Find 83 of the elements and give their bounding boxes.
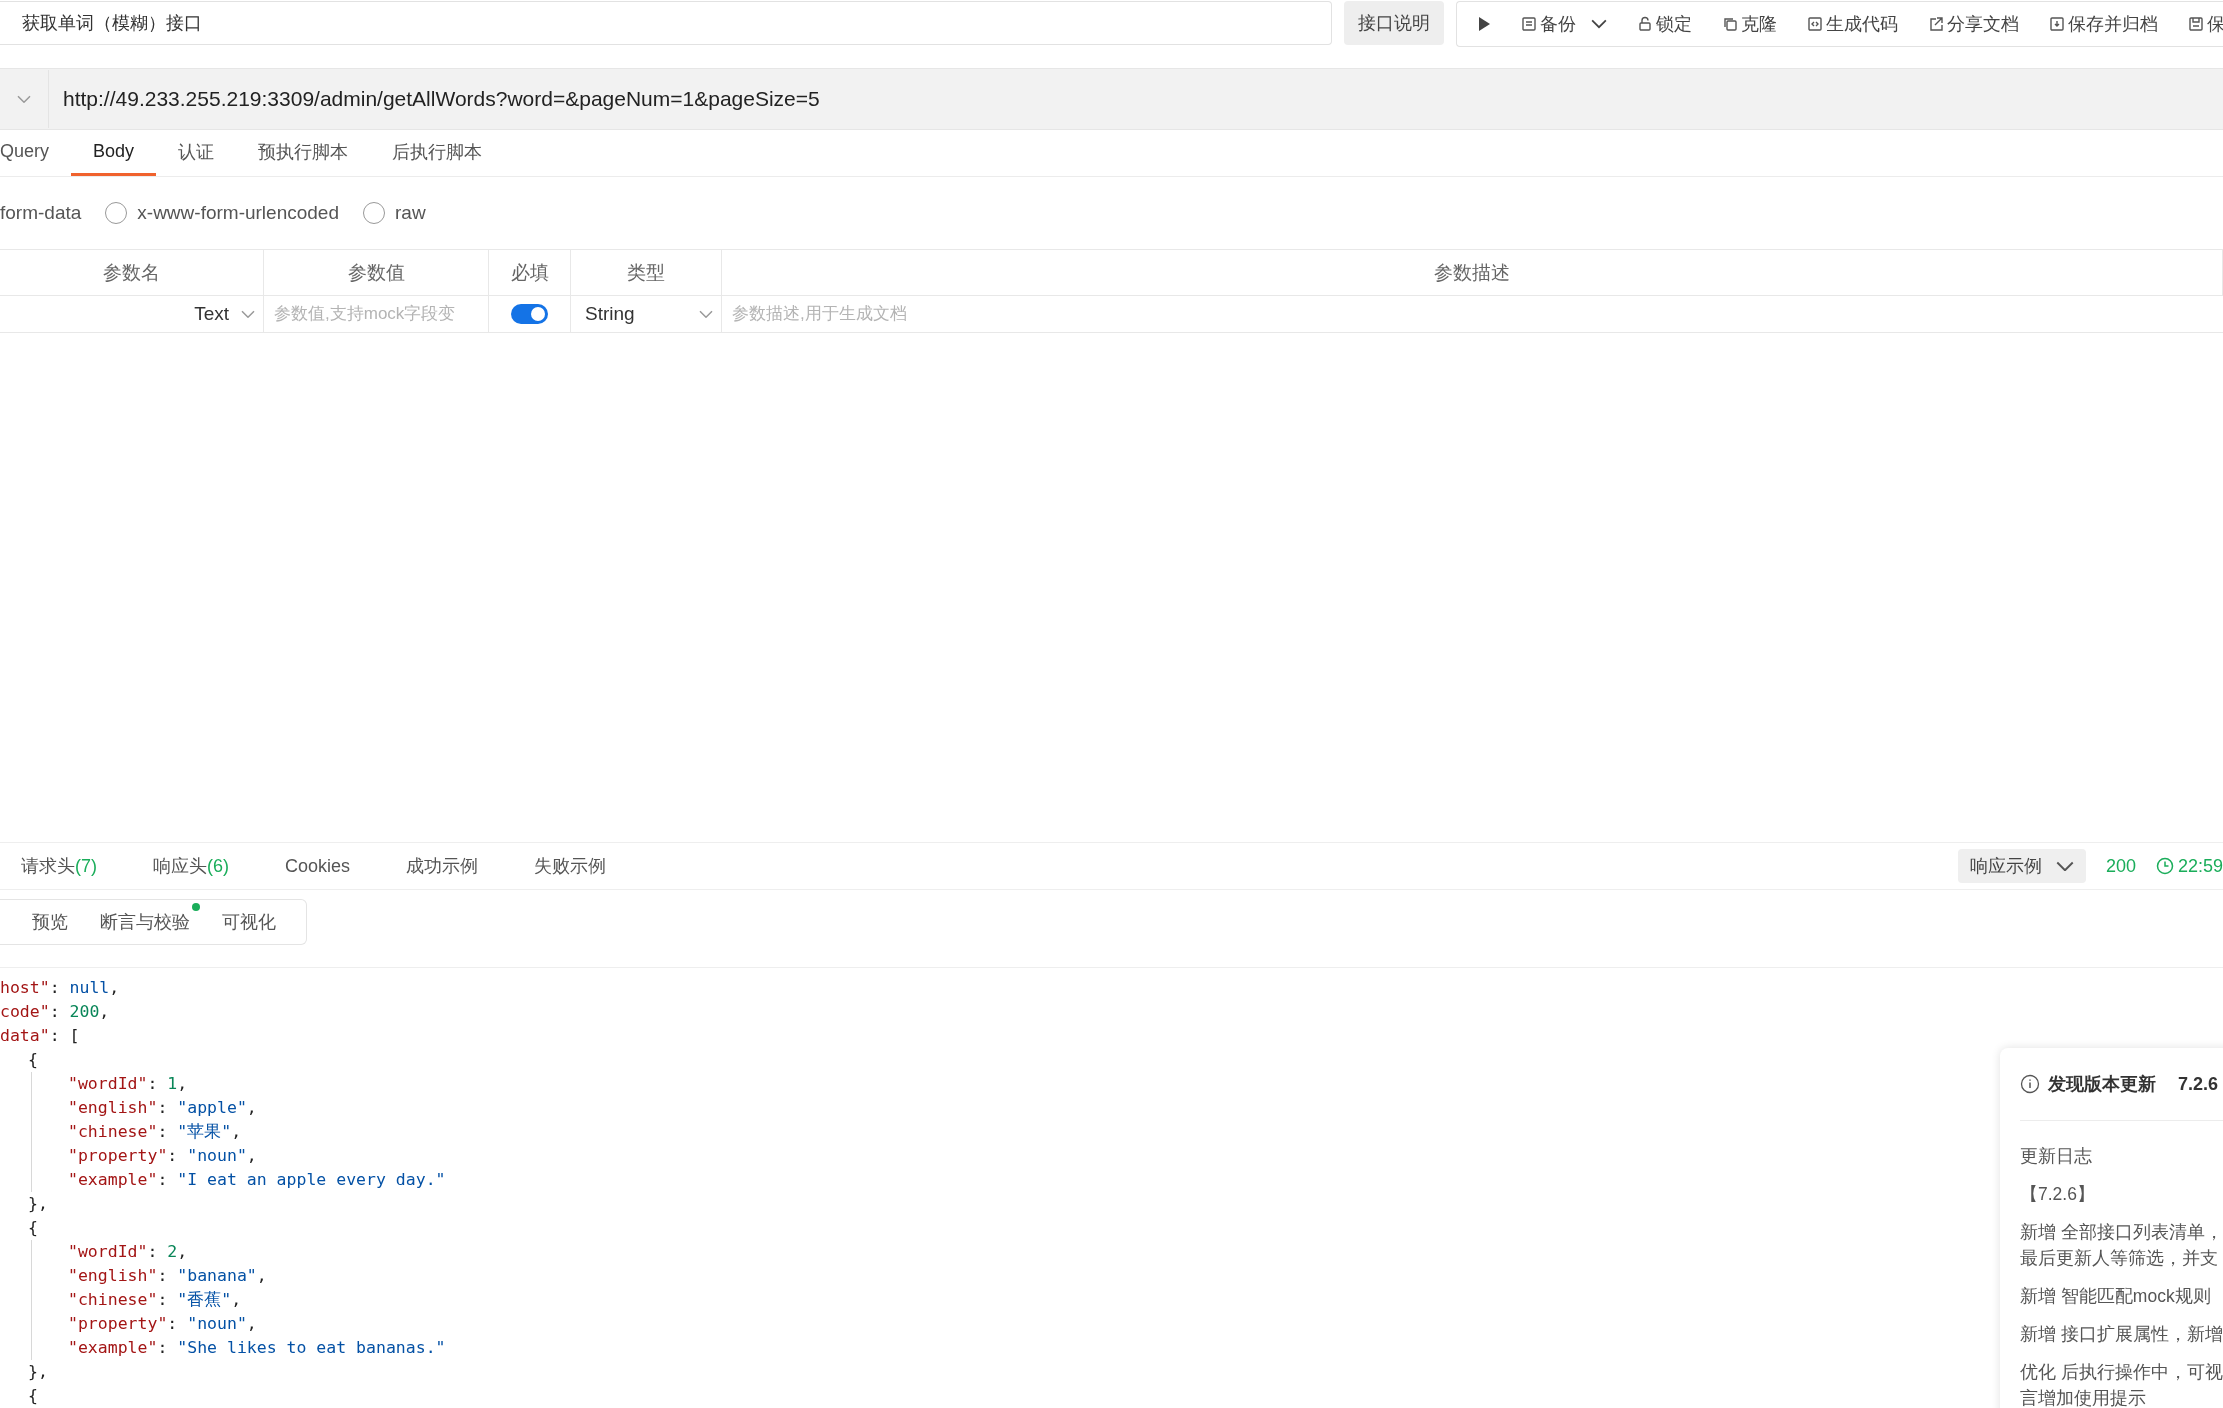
archive-icon	[2049, 16, 2065, 32]
radio-button[interactable]	[105, 202, 128, 224]
info-icon	[2020, 1074, 2040, 1094]
title-field[interactable]: 获取单词（模糊）接口	[0, 1, 1332, 45]
chevron-down-icon	[17, 94, 31, 104]
request-tab[interactable]: 认证	[156, 130, 237, 176]
request-tab[interactable]: Query	[0, 130, 72, 176]
view-tab[interactable]: 可视化	[206, 900, 292, 944]
lock-icon	[1637, 16, 1653, 32]
body-mode-label[interactable]: form-data	[0, 202, 82, 224]
request-tab[interactable]: 后执行脚本	[370, 130, 505, 176]
chevron-down-icon	[241, 309, 255, 319]
type-select[interactable]: String	[579, 303, 713, 325]
response-tab[interactable]: 失败示例	[534, 854, 607, 878]
value-input[interactable]: 参数值,支持mock字段变	[272, 303, 480, 325]
save-icon	[2188, 16, 2204, 32]
required-toggle[interactable]	[511, 304, 548, 324]
share-icon	[1928, 16, 1944, 32]
view-tab[interactable]: 预览	[16, 900, 84, 944]
field-type-select[interactable]: Text	[194, 303, 255, 325]
code-line: },	[28, 1193, 48, 1215]
code-line: {	[28, 1385, 38, 1407]
toolbar-button[interactable]: 备份	[1521, 12, 1607, 36]
code-line: "wordId": 1,	[68, 1073, 188, 1095]
play-icon[interactable]	[1477, 16, 1491, 32]
panel-version: 7.2.6	[2178, 1073, 2219, 1095]
view-tab[interactable]: 断言与校验	[84, 900, 206, 944]
code-line: host": null,	[0, 977, 120, 999]
code-icon	[1807, 16, 1823, 32]
toolbar-button[interactable]: 保存并归档	[2049, 12, 2158, 36]
radio-button[interactable]	[363, 202, 385, 224]
chevron-down-icon	[2055, 860, 2074, 872]
response-tab[interactable]: 成功示例	[406, 854, 479, 878]
column-header: 类型	[571, 250, 722, 296]
toolbar-button[interactable]: 生成代码	[1807, 12, 1898, 36]
request-tab[interactable]: Body	[71, 130, 157, 176]
code-line: },	[28, 1361, 48, 1383]
column-header: 参数名	[0, 250, 264, 296]
code-line: "property": "noun",	[68, 1313, 257, 1335]
chevron-down-icon	[699, 309, 713, 319]
changelog-line: 最后更新人等筛选，并支	[2020, 1247, 2218, 1270]
changelog-line: 新增 智能匹配mock规则	[2020, 1285, 2211, 1308]
code-line: "chinese": "香蕉",	[68, 1289, 242, 1311]
radio-label[interactable]: x-www-form-urlencoded	[137, 202, 339, 224]
example-select[interactable]: 响应示例	[1957, 849, 2086, 883]
url-text[interactable]: http://49.233.255.219:3309/admin/getAllWords?word=&pageNum=1&pageSize=5	[63, 87, 820, 111]
toolbar-button[interactable]: 分享文档	[1928, 12, 2019, 36]
code-line: "example": "I eat an apple every day."	[68, 1169, 446, 1191]
radio-label[interactable]: raw	[395, 202, 426, 224]
panel-title: 发现版本更新	[2048, 1073, 2156, 1096]
code-line: data": [	[0, 1025, 80, 1047]
code-line: "chinese": "苹果",	[68, 1121, 242, 1143]
status-code: 200	[2105, 855, 2136, 877]
changelog-line: 言增加使用提示	[2020, 1387, 2146, 1408]
response-tab[interactable]: 请求头(7)	[21, 854, 97, 878]
changelog-line: 优化 后执行操作中，可视	[2020, 1361, 2223, 1384]
code-line: {	[28, 1217, 38, 1239]
column-header: 必填	[489, 250, 571, 296]
response-tab[interactable]: 响应头(6)	[153, 854, 229, 878]
doc-button[interactable]: 接口说明	[1344, 1, 1444, 45]
code-line: "property": "noun",	[68, 1145, 257, 1167]
request-tab[interactable]: 预执行脚本	[236, 130, 371, 176]
clock-icon	[2155, 857, 2174, 875]
code-line: "wordId": 2,	[68, 1241, 188, 1263]
copy-icon	[1722, 16, 1738, 32]
chevron-down-icon	[1591, 19, 1607, 29]
column-header: 参数值	[264, 250, 489, 296]
response-time: 22:59	[2177, 855, 2223, 877]
code-line: "example": "She likes to eat bananas."	[68, 1337, 446, 1359]
code-line: code": 200,	[0, 1001, 110, 1023]
code-line: "english": "apple",	[68, 1097, 257, 1119]
code-line: {	[28, 1049, 38, 1071]
changelog-line: 新增 全部接口列表清单，	[2020, 1221, 2223, 1244]
changelog-line: 新增 接口扩展属性，新增	[2020, 1323, 2223, 1346]
column-header: 参数描述	[722, 250, 2223, 296]
toolbar-button[interactable]: 锁定	[1637, 12, 1692, 36]
response-tab[interactable]: Cookies	[285, 855, 351, 877]
version-tag: 【7.2.6】	[2020, 1181, 2223, 1207]
changelog-heading: 更新日志	[2020, 1145, 2093, 1168]
doc-icon	[1521, 16, 1537, 32]
code-line: "english": "banana",	[68, 1265, 267, 1287]
description-input[interactable]: 参数描述,用于生成文档	[730, 303, 2215, 325]
toolbar-button[interactable]: 克隆	[1722, 12, 1777, 36]
